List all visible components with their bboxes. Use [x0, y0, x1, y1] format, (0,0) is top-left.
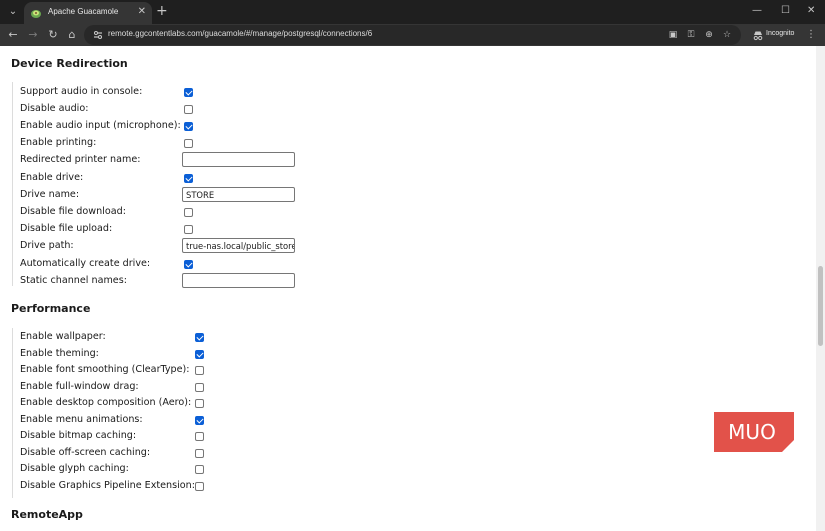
tab-strip: ⌄ Apache Guacamole ✕ + — ☐ ✕ [0, 0, 825, 24]
checkbox[interactable] [195, 333, 204, 342]
star-icon[interactable]: ☆ [720, 28, 734, 42]
checkbox[interactable] [195, 432, 204, 441]
checkbox[interactable] [184, 104, 193, 114]
field-label: Enable desktop composition (Aero): [20, 397, 192, 408]
checkbox[interactable] [184, 207, 193, 217]
field-label: Enable printing: [20, 137, 97, 149]
scrollbar-thumb[interactable] [818, 266, 823, 346]
muo-watermark-logo: MUO [714, 412, 794, 452]
field-label: Drive path: [20, 240, 74, 252]
checkbox[interactable] [195, 366, 204, 375]
checkbox[interactable] [195, 481, 204, 491]
field-label: Enable menu animations: [20, 413, 143, 425]
window-close-icon[interactable]: ✕ [807, 5, 815, 17]
field-label: Drive name: [20, 188, 80, 200]
incognito-icon [753, 31, 763, 41]
guacamole-favicon [31, 10, 41, 18]
checkbox[interactable] [195, 349, 204, 359]
checkbox[interactable] [195, 465, 204, 474]
field-label: Enable wallpaper: [20, 331, 106, 342]
checkbox[interactable] [184, 87, 193, 97]
field-label: Disable file download: [20, 205, 126, 217]
field-label: Disable file upload: [20, 223, 113, 235]
field-label: Disable glyph caching: [20, 463, 129, 474]
scrollbar[interactable] [816, 46, 825, 531]
checkbox[interactable] [184, 225, 193, 235]
field-label: Enable font smoothing (ClearType): [20, 364, 190, 375]
field-label: Disable Graphics Pipeline Extension: [20, 479, 195, 491]
checkbox[interactable] [184, 259, 193, 269]
password-icon[interactable]: ⚿ [684, 28, 698, 42]
back-icon[interactable]: ← [5, 27, 21, 43]
address-bar[interactable]: remote.ggcontentlabs.com/guacamole/#/man… [84, 25, 741, 45]
close-icon[interactable]: ✕ [138, 6, 146, 18]
section-title-performance: Performance [11, 302, 91, 315]
checkbox[interactable] [195, 448, 204, 458]
zoom-icon[interactable]: ⊕ [702, 28, 716, 42]
section-divider [12, 328, 13, 498]
site-info-icon[interactable] [92, 29, 104, 41]
forward-icon[interactable]: → [25, 27, 41, 43]
watermark-text: MUO [728, 420, 776, 444]
page-content: Device Redirection Support audio in cons… [0, 46, 825, 531]
section-title-remoteapp: RemoteApp [11, 508, 83, 521]
checkbox[interactable] [184, 173, 193, 183]
url-text[interactable]: remote.ggcontentlabs.com/guacamole/#/man… [108, 29, 372, 38]
field-label: Static channel names: [20, 274, 127, 286]
incognito-label: Incognito [766, 30, 795, 37]
text-input[interactable]: STORE [182, 186, 295, 202]
section-divider [12, 82, 13, 286]
reload-icon[interactable]: ↻ [45, 27, 61, 43]
field-label: Enable full-window drag: [20, 380, 139, 392]
field-label: Support audio in console: [20, 85, 143, 97]
tab-title: Apache Guacamole [48, 7, 119, 16]
browser-tab[interactable]: Apache Guacamole ✕ [24, 2, 152, 24]
field-label: Disable off-screen caching: [20, 446, 151, 458]
field-label: Enable drive: [20, 171, 84, 183]
field-label: Automatically create drive: [20, 257, 151, 269]
field-label: Enable audio input (microphone): [20, 119, 181, 131]
checkbox[interactable] [195, 415, 204, 425]
minimize-icon[interactable]: — [752, 5, 762, 17]
more-icon[interactable]: ⋮ [804, 27, 818, 43]
section-title-device-redirection: Device Redirection [11, 57, 128, 70]
checkbox[interactable] [184, 121, 193, 131]
plus-icon[interactable]: + [156, 4, 168, 18]
field-label: Disable audio: [20, 102, 89, 114]
text-input[interactable] [182, 152, 295, 168]
save-page-icon[interactable]: ▣ [666, 28, 680, 42]
field-label: Enable theming: [20, 347, 99, 359]
checkbox[interactable] [184, 139, 193, 149]
maximize-icon[interactable]: ☐ [781, 5, 790, 17]
incognito-indicator[interactable]: Incognito [748, 25, 798, 45]
chevron-down-icon[interactable]: ⌄ [6, 5, 20, 19]
browser-toolbar: ← → ↻ ⌂ remote.ggcontentlabs.com/guacamo… [0, 24, 825, 46]
text-input[interactable] [182, 272, 295, 288]
checkbox[interactable] [195, 399, 204, 408]
field-label: Disable bitmap caching: [20, 430, 137, 441]
checkbox[interactable] [195, 382, 204, 392]
text-input[interactable]: true-nas.local/public_store [182, 238, 295, 254]
field-label: Redirected printer name: [20, 154, 141, 166]
home-icon[interactable]: ⌂ [64, 27, 80, 43]
